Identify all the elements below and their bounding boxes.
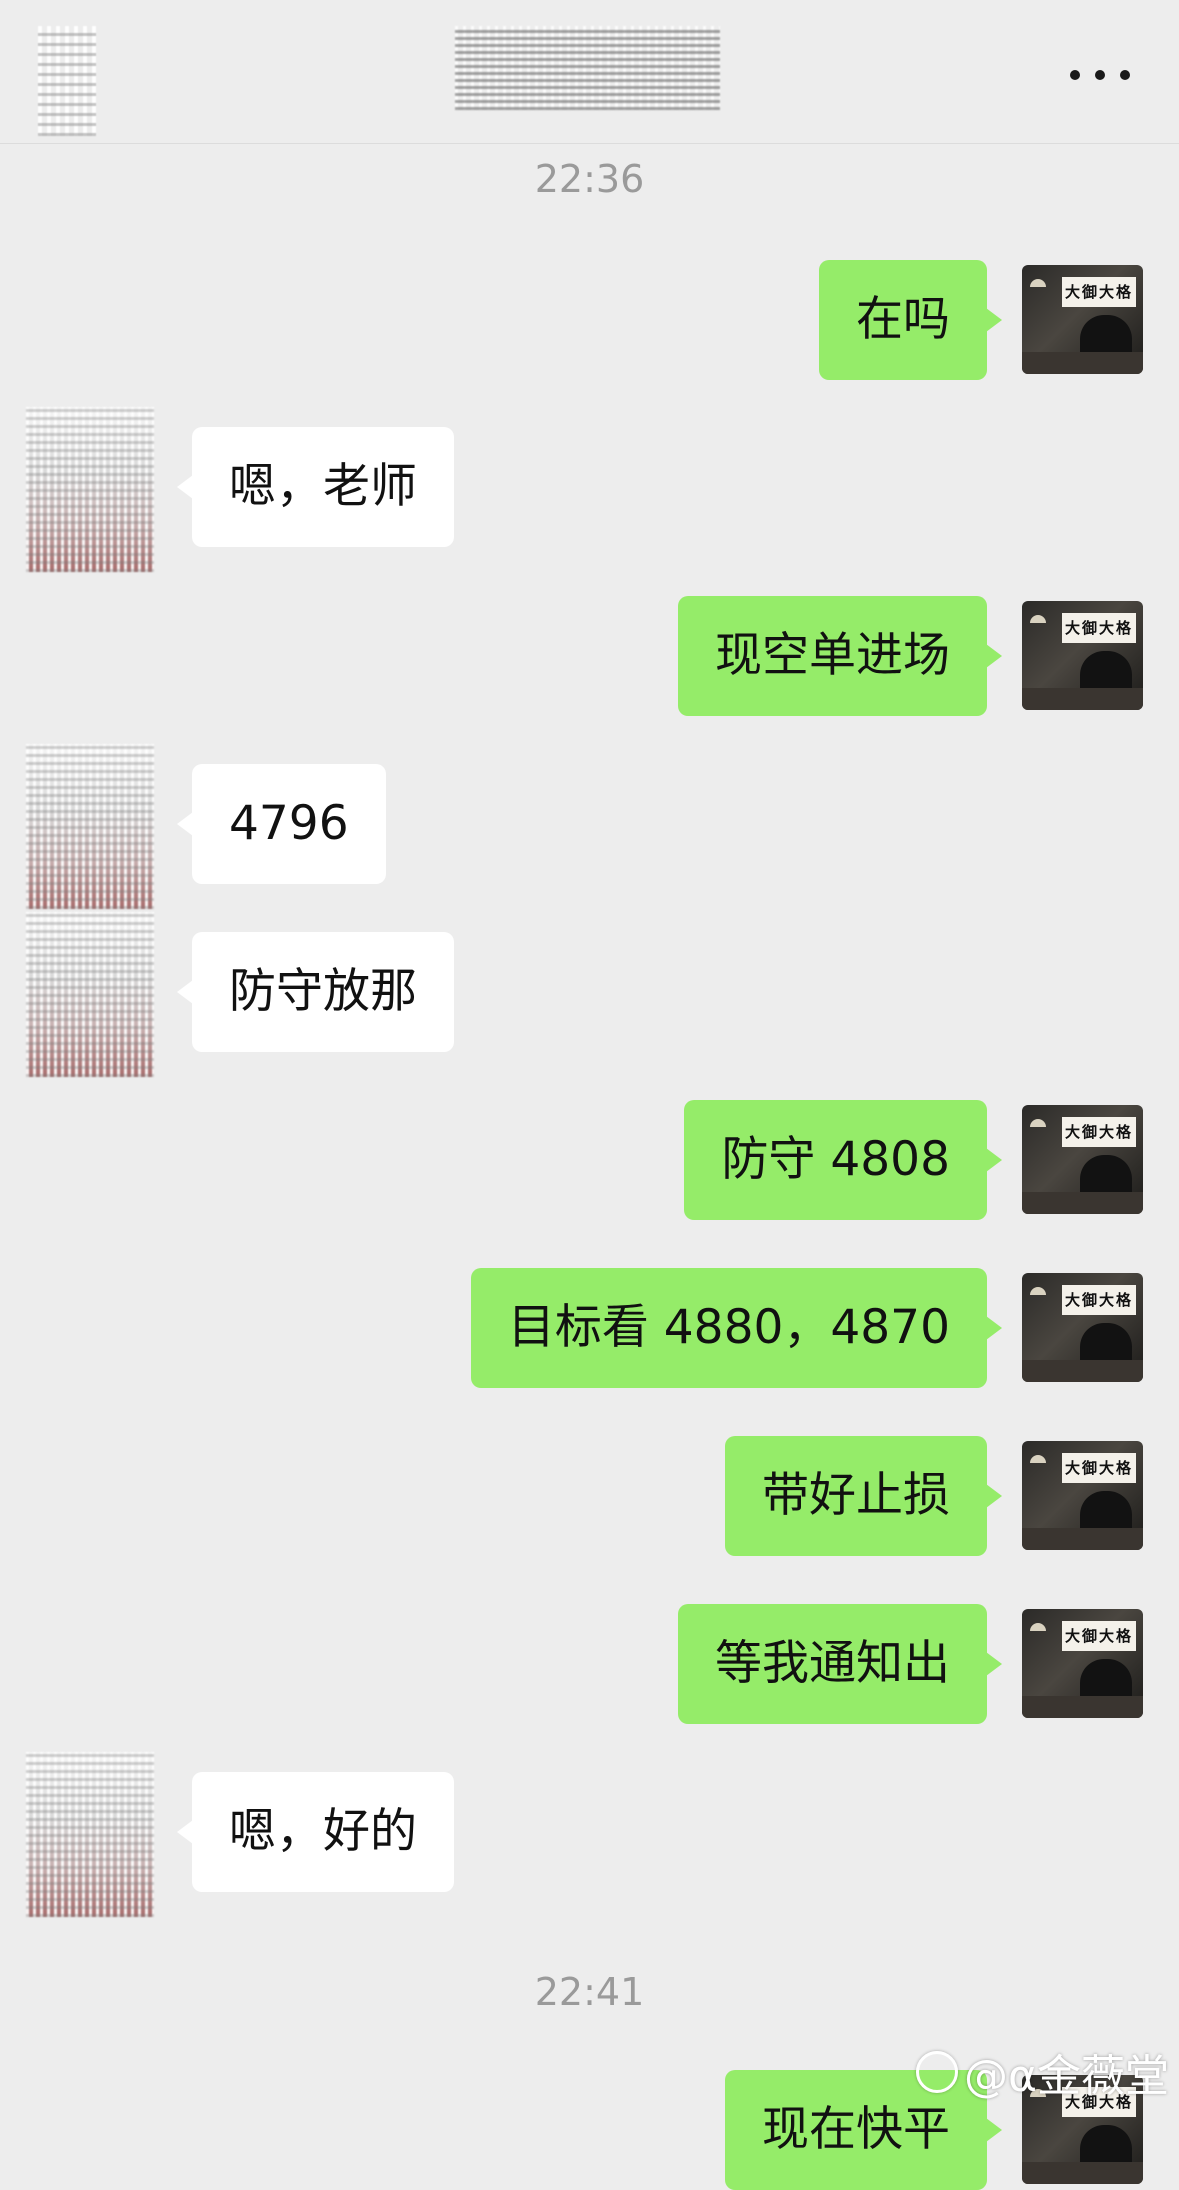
avatar-sign: 大御大格 <box>1062 1453 1136 1483</box>
counter-shape <box>1022 2162 1143 2184</box>
counter-shape <box>1022 352 1143 374</box>
avatar-sign: 大御大格 <box>1062 1285 1136 1315</box>
self-avatar[interactable]: 大御大格 <box>1022 265 1143 374</box>
chat-title <box>455 26 720 110</box>
contact-avatar[interactable] <box>26 407 154 572</box>
watermark: @α金薇堂 <box>915 2040 1169 2104</box>
message-bubble-outgoing[interactable]: 现空单进场 <box>678 596 1002 716</box>
lamp-shape <box>1030 1287 1046 1295</box>
lamp-shape <box>1030 1455 1046 1463</box>
timestamp: 22:36 <box>534 157 645 201</box>
counter-shape <box>1022 1696 1143 1718</box>
timestamp: 22:41 <box>534 1970 645 2014</box>
watermark-logo-icon <box>915 2051 958 2093</box>
message-bubble-outgoing[interactable]: 在吗 <box>819 260 1002 380</box>
dot <box>1095 70 1105 80</box>
self-avatar[interactable]: 大御大格 <box>1022 1105 1143 1214</box>
more-dots-icon[interactable] <box>1070 60 1130 90</box>
counter-shape <box>1022 1528 1143 1550</box>
contact-avatar[interactable] <box>26 1752 154 1917</box>
counter-shape <box>1022 1192 1143 1214</box>
back-icon[interactable] <box>38 26 96 136</box>
counter-shape <box>1022 688 1143 710</box>
avatar-sign: 大御大格 <box>1062 1621 1136 1651</box>
lamp-shape <box>1030 1623 1046 1631</box>
message-bubble-incoming[interactable]: 嗯，老师 <box>177 427 454 547</box>
avatar-sign: 大御大格 <box>1062 277 1136 307</box>
message-bubble-incoming[interactable]: 4796 <box>177 764 386 884</box>
avatar-sign: 大御大格 <box>1062 613 1136 643</box>
lamp-shape <box>1030 1119 1046 1127</box>
contact-avatar[interactable] <box>26 744 154 909</box>
watermark-text: @α金薇堂 <box>963 2051 1169 2102</box>
message-bubble-incoming[interactable]: 防守放那 <box>177 932 454 1052</box>
chat-header <box>0 0 1179 144</box>
self-avatar[interactable]: 大御大格 <box>1022 1609 1143 1718</box>
lamp-shape <box>1030 615 1046 623</box>
message-bubble-outgoing[interactable]: 带好止损 <box>725 1436 1002 1556</box>
dot <box>1120 70 1130 80</box>
dot <box>1070 70 1080 80</box>
self-avatar[interactable]: 大御大格 <box>1022 1441 1143 1550</box>
message-bubble-incoming[interactable]: 嗯，好的 <box>177 1772 454 1892</box>
message-bubble-outgoing[interactable]: 防守 4808 <box>684 1100 1002 1220</box>
contact-avatar[interactable] <box>26 912 154 1077</box>
avatar-sign: 大御大格 <box>1062 1117 1136 1147</box>
message-bubble-outgoing[interactable]: 目标看 4880，4870 <box>470 1268 1003 1388</box>
self-avatar[interactable]: 大御大格 <box>1022 601 1143 710</box>
message-bubble-outgoing[interactable]: 等我通知出 <box>678 1604 1002 1724</box>
self-avatar[interactable]: 大御大格 <box>1022 1273 1143 1382</box>
lamp-shape <box>1030 279 1046 287</box>
counter-shape <box>1022 1360 1143 1382</box>
